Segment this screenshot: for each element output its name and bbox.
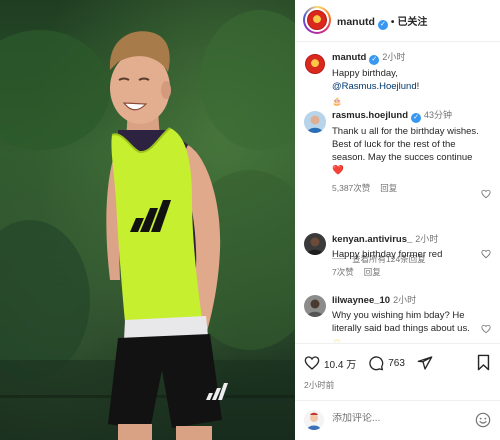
follow-status-button[interactable]: 已关注 [397,17,427,28]
comment-input[interactable] [332,413,462,424]
commenter-avatar[interactable] [304,295,326,317]
comment-likes[interactable]: 5,387次赞 [332,183,370,193]
comment-username[interactable]: rasmus.hoejlund [332,110,408,121]
avatar-cartoon-icon [304,410,324,430]
bookmark-icon[interactable] [476,354,491,371]
caption-body: manutd ✓ 2小时 Happy birthday, @Rasmus.Hoejl… [332,51,482,108]
player-illustration [0,10,295,440]
comment-meta: 5,387次赞 回复 [332,182,482,195]
scroll-fade [295,331,500,343]
caption-text-prefix: Happy birthday, [332,68,398,79]
account-avatar[interactable] [303,6,331,34]
comment-bubble-icon [369,356,384,371]
comment-text: Happy birthday former red [332,249,443,260]
comments-list[interactable]: manutd ✓ 2小时 Happy birthday, @Rasmus.Hoejl… [295,43,500,343]
verified-badge-icon: ✓ [377,20,388,30]
action-icons-row: 10.4 万 763 [304,354,449,372]
caption-time: 2小时 [382,52,406,62]
caption-avatar[interactable] [304,53,326,75]
comment-like-heart-icon[interactable] [481,189,491,199]
post-timestamp[interactable]: 2小时前 [304,379,334,391]
caption-username[interactable]: manutd [332,52,366,63]
club-crest-icon [307,10,327,30]
commenter-avatar[interactable] [304,111,326,133]
post-header: manutd ✓ • 已关注 [295,0,500,42]
avatar-photo-icon [304,111,326,133]
comment-reply-button[interactable]: 回复 [364,267,381,277]
comment-username[interactable]: kenyan.antivirus_ [332,234,412,245]
heart-icon [304,356,320,370]
verified-badge-icon: ✓ [411,113,422,123]
verified-badge-icon: ✓ [369,55,380,65]
caption-text-suffix: ! [416,81,420,92]
post-side-panel: manutd ✓ • 已关注 manutd ✓ 2小时 Happy birthday, @… [295,0,500,440]
comment-time: 2小时 [393,295,417,305]
club-crest-icon [305,54,325,74]
comment-text: Thank u all for the birthday wishes. Bes… [332,126,479,176]
commenter-avatar[interactable] [304,233,326,255]
caption-mention-link[interactable]: @Rasmus.Hoejlund [332,81,417,92]
comment-meta: 7次赞 回复 [332,266,482,279]
comment-time: 2小时 [415,234,439,244]
current-user-avatar [304,410,324,430]
comment-likes[interactable]: 7次赞 [332,267,354,277]
header-username[interactable]: manutd [337,16,375,28]
comment-body: kenyan.antivirus_ 2小时 Happy birthday form… [332,233,482,279]
smiley-icon[interactable] [475,412,491,428]
header-user-line: manutd ✓ • 已关注 [337,13,427,30]
comment-like-heart-icon[interactable] [481,249,491,259]
comment-username[interactable]: lilwaynee_10 [332,295,390,306]
post-photo [0,0,295,440]
post-actions: 10.4 万 763 2小时前 [295,343,500,440]
avatar-photo-icon [304,233,326,255]
comment-reply-button[interactable]: 回复 [380,183,397,193]
comments-count: 763 [388,357,405,369]
comment-body: rasmus.hoejlund ✓ 43分钟 Thank u all for the… [332,109,482,195]
like-button[interactable]: 10.4 万 [304,355,356,371]
caption-text: Happy birthday, @Rasmus.Hoejlund! [332,67,482,93]
avatar-photo-icon [304,295,326,317]
comment-button[interactable]: 763 [368,355,405,371]
add-comment-bar [295,400,500,440]
likes-count: 10.4 万 [324,359,357,371]
caption-emoji: 🎂 [332,97,342,106]
send-icon [417,356,433,370]
separator-dot: • [390,17,395,28]
comment-time: 43分钟 [424,110,453,120]
share-button[interactable] [417,355,437,371]
